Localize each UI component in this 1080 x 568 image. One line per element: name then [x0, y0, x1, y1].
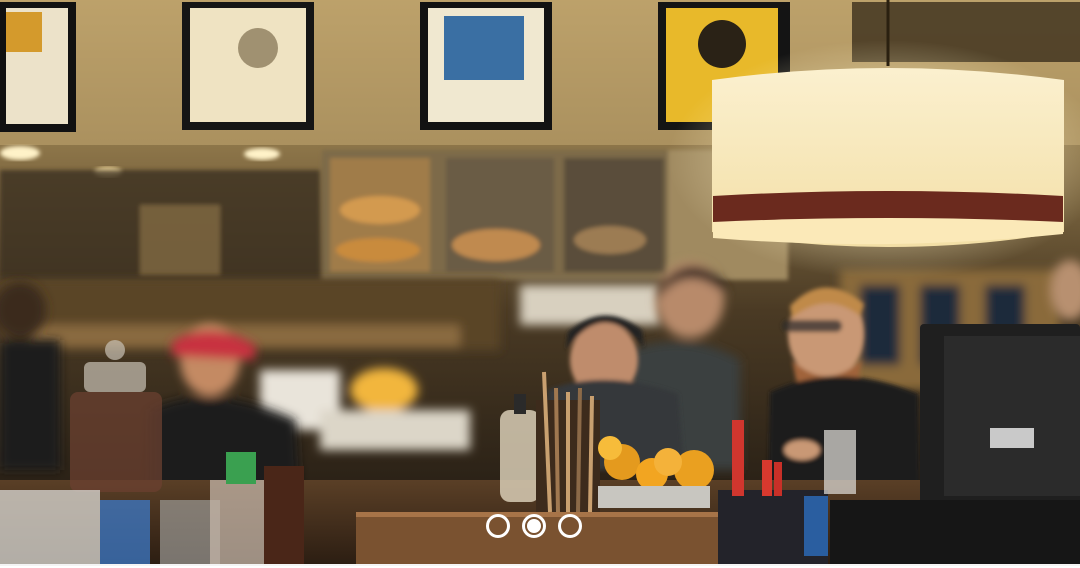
carousel-dot-1[interactable] — [486, 514, 510, 538]
cafe-interior-photo — [0, 0, 1080, 566]
carousel-indicators — [486, 514, 582, 542]
carousel-dot-3[interactable] — [558, 514, 582, 538]
hero-carousel — [0, 0, 1080, 566]
carousel-dot-2[interactable] — [522, 514, 546, 538]
